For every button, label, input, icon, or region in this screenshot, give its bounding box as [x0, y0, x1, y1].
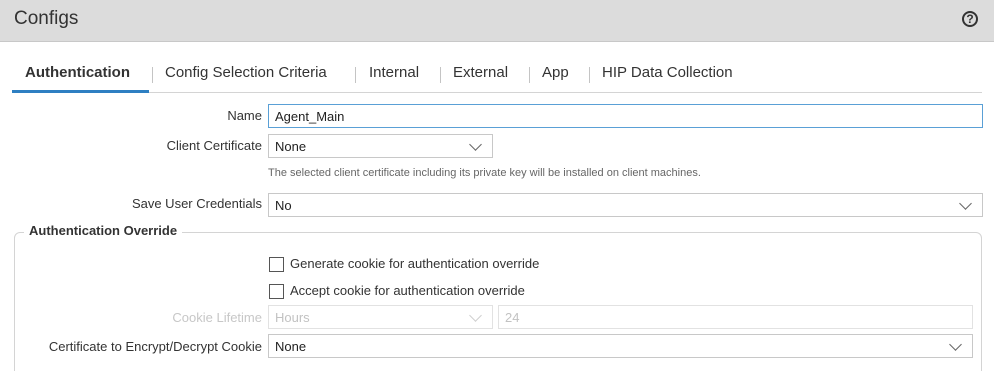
client-certificate-hint: The selected client certificate includin…: [268, 167, 701, 179]
tab-separator: [589, 67, 590, 83]
tab-bar: Authentication Config Selection Criteria…: [12, 60, 982, 93]
save-user-credentials-select[interactable]: No: [268, 193, 983, 217]
tab-separator: [529, 67, 530, 83]
tab-external[interactable]: External: [453, 64, 508, 81]
chevron-down-icon: [469, 138, 482, 151]
cookie-lifetime-label: Cookie Lifetime: [172, 310, 262, 325]
chevron-down-icon: [959, 197, 972, 210]
cookie-lifetime-unit-select: Hours: [268, 305, 493, 329]
accept-cookie-checkbox[interactable]: [269, 284, 284, 299]
chevron-down-icon: [949, 338, 962, 351]
tab-separator: [152, 67, 153, 83]
cookie-lifetime-field: [498, 305, 973, 329]
certificate-encrypt-decrypt-cookie-select[interactable]: None: [268, 334, 973, 358]
client-certificate-value: None: [275, 139, 307, 154]
save-user-credentials-label: Save User Credentials: [131, 196, 262, 211]
configs-dialog: Configs ? Authentication Config Selectio…: [0, 0, 994, 371]
name-field[interactable]: [268, 104, 983, 128]
help-icon[interactable]: ?: [962, 11, 978, 27]
tab-authentication[interactable]: Authentication: [25, 64, 130, 81]
generate-cookie-label[interactable]: Generate cookie for authentication overr…: [290, 256, 539, 271]
certificate-encrypt-decrypt-cookie-label: Certificate to Encrypt/Decrypt Cookie: [48, 339, 262, 354]
dialog-titlebar: Configs ?: [0, 0, 994, 42]
cookie-lifetime-unit-value: Hours: [275, 310, 310, 325]
accept-cookie-label[interactable]: Accept cookie for authentication overrid…: [290, 283, 525, 298]
chevron-down-icon: [469, 309, 482, 322]
name-label: Name: [227, 108, 262, 123]
client-certificate-label: Client Certificate: [166, 138, 262, 153]
tab-separator: [355, 67, 356, 83]
tab-separator: [440, 67, 441, 83]
generate-cookie-checkbox[interactable]: [269, 257, 284, 272]
dialog-title: Configs: [14, 8, 79, 29]
tab-app[interactable]: App: [542, 64, 569, 81]
authentication-override-legend: Authentication Override: [24, 223, 183, 238]
tab-config-selection-criteria[interactable]: Config Selection Criteria: [165, 64, 327, 81]
client-certificate-select[interactable]: None: [268, 134, 493, 158]
save-user-credentials-value: No: [275, 198, 292, 213]
tab-internal[interactable]: Internal: [369, 64, 419, 81]
tab-hip-data-collection[interactable]: HIP Data Collection: [602, 64, 733, 81]
certificate-encrypt-decrypt-cookie-value: None: [275, 339, 307, 354]
